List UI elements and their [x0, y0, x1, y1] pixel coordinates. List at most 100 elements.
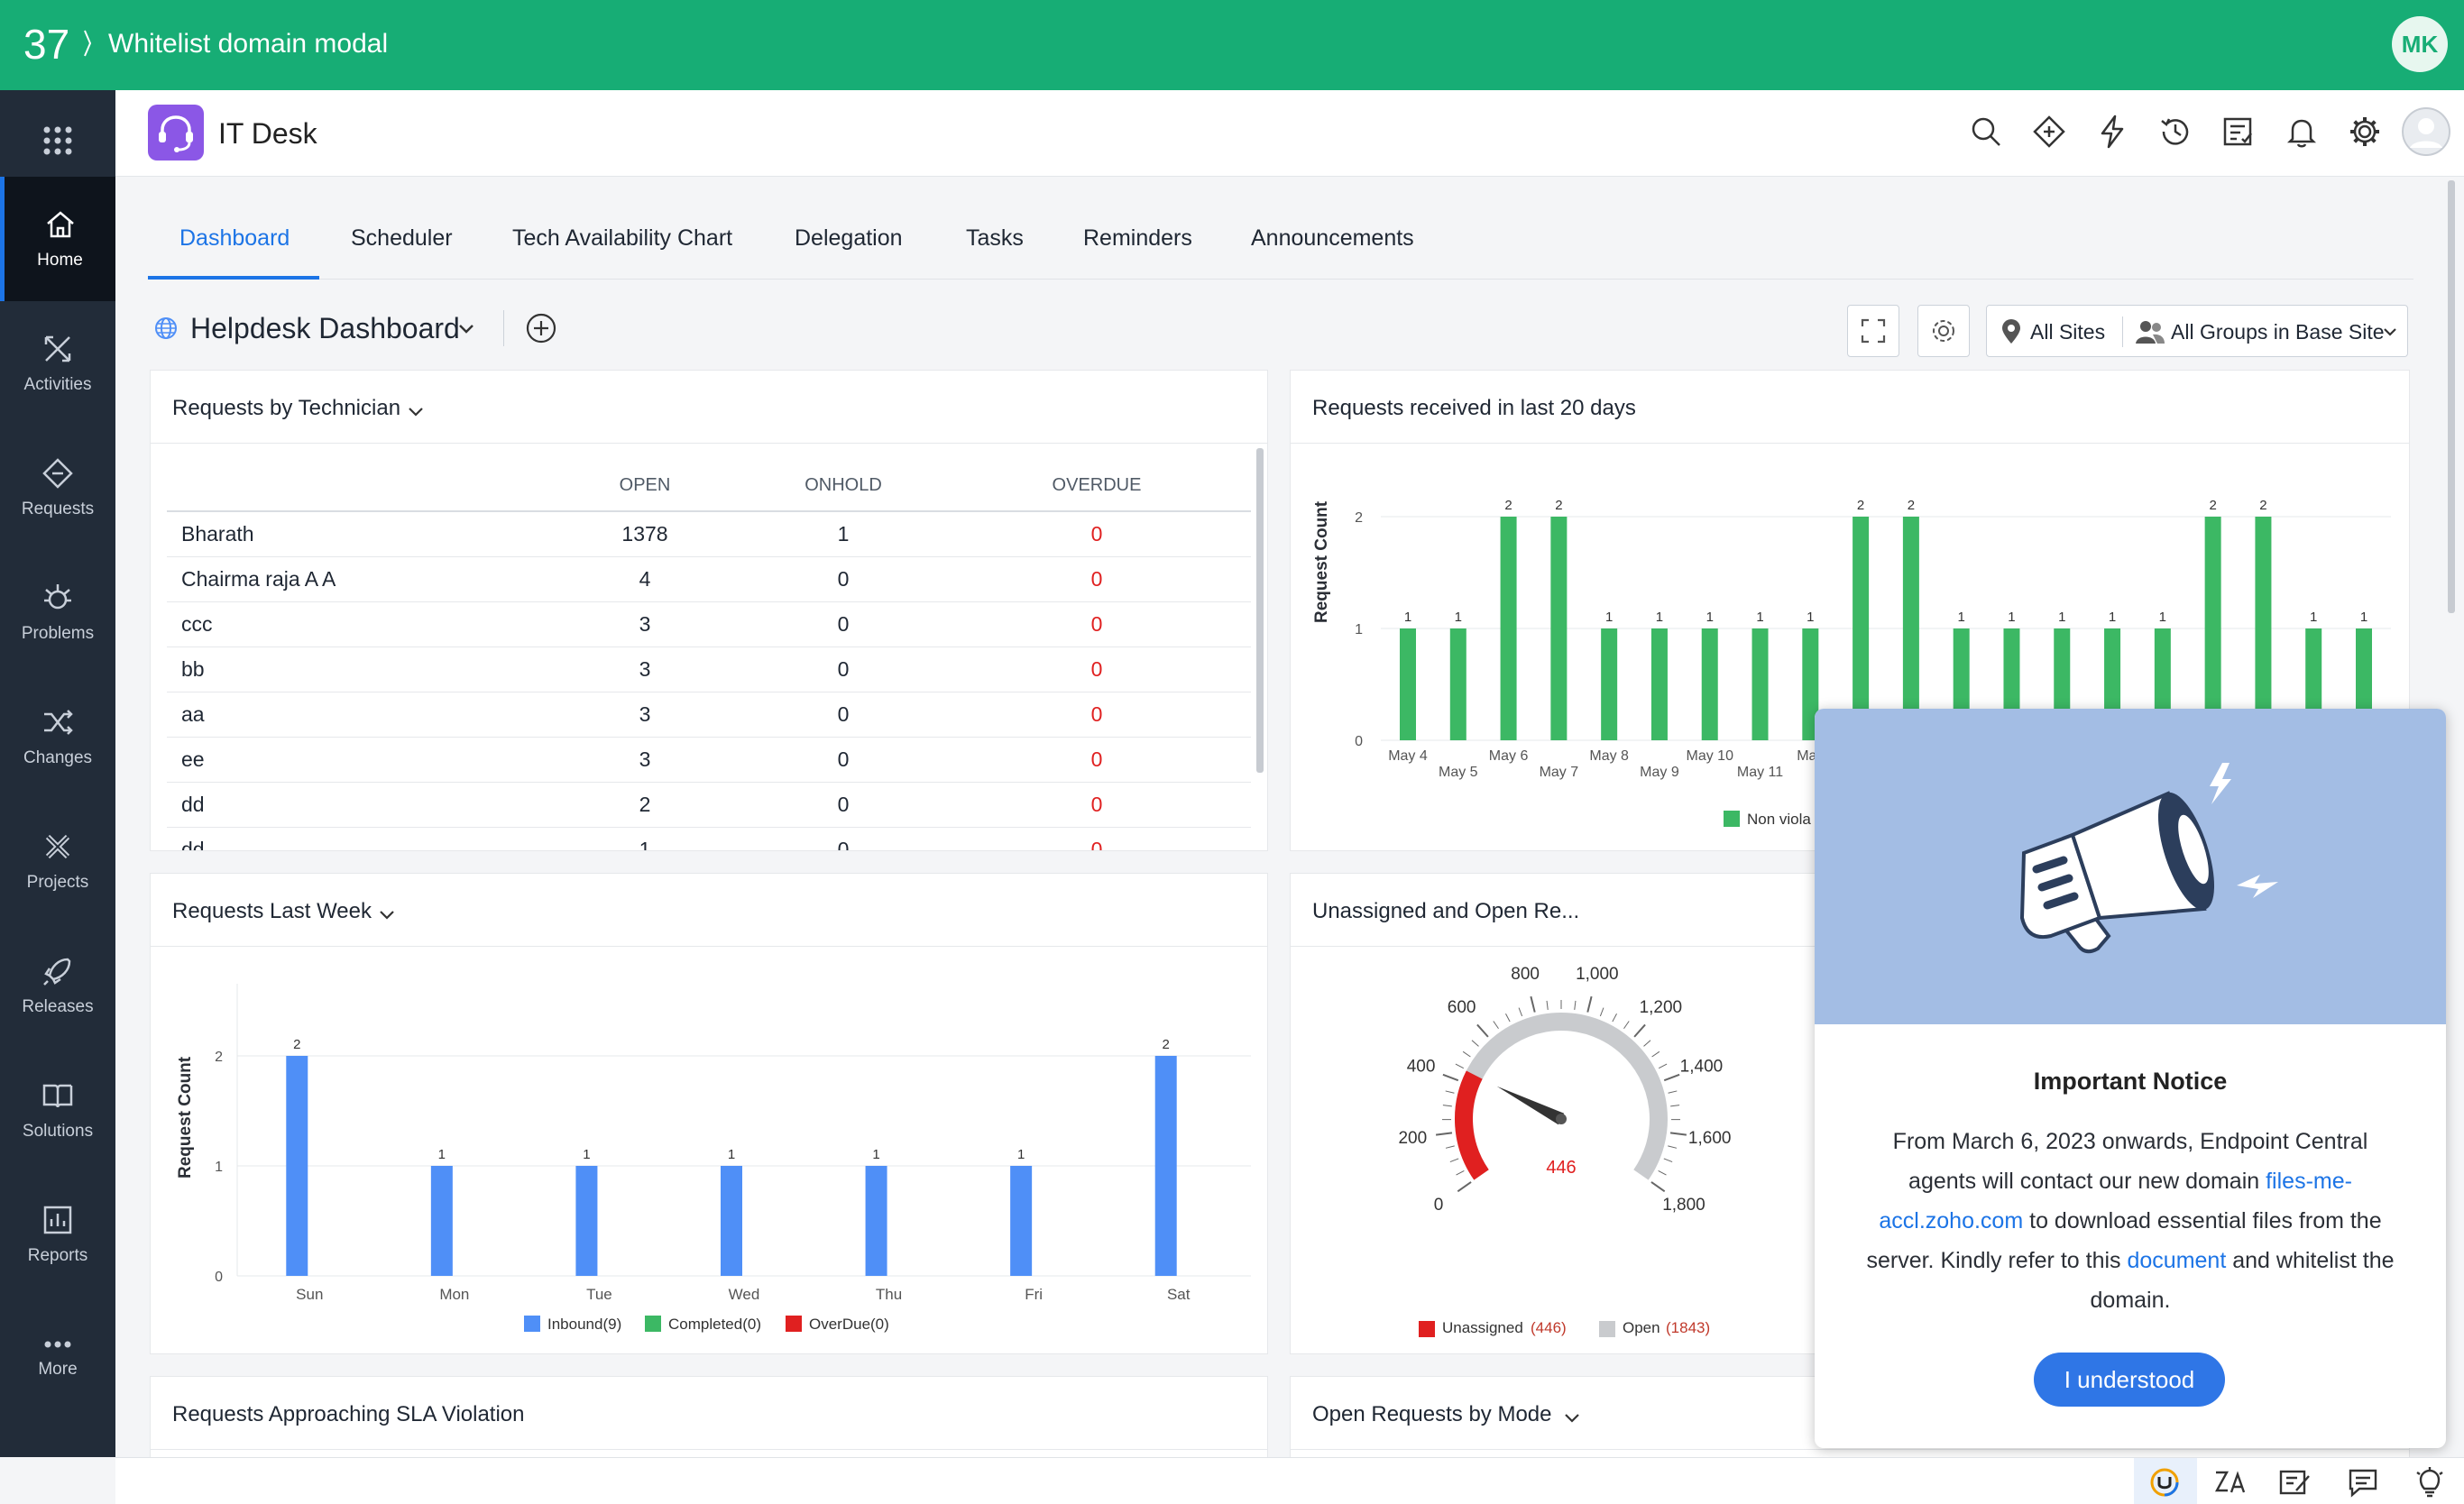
- app-grid-icon[interactable]: [40, 123, 76, 159]
- onhold-count[interactable]: 0: [744, 827, 942, 850]
- profile-avatar-icon[interactable]: [2401, 106, 2451, 157]
- legend-label[interactable]: Non viola: [1747, 811, 1811, 829]
- gauge-tick: [1669, 1132, 1687, 1136]
- widget-title[interactable]: Open Requests by Mode: [1312, 1402, 1552, 1427]
- overdue-count[interactable]: 0: [942, 556, 1251, 602]
- overdue-count[interactable]: 0: [942, 601, 1251, 647]
- x-tick-label: May 11: [1737, 765, 1783, 780]
- onhold-count[interactable]: 0: [744, 737, 942, 783]
- legend-label-overdue[interactable]: OverDue(0): [809, 1316, 889, 1334]
- site-filter-value[interactable]: All Sites: [2030, 320, 2105, 344]
- open-count[interactable]: 4: [546, 556, 744, 602]
- chevron-down-icon[interactable]: [407, 403, 425, 421]
- page-scrollbar[interactable]: [2448, 180, 2455, 613]
- sidebar-item-activities[interactable]: Activities: [0, 301, 115, 426]
- column-header-open[interactable]: OPEN: [546, 461, 744, 512]
- zia-assistant-icon[interactable]: [2148, 1467, 2181, 1498]
- onhold-count[interactable]: 0: [744, 782, 942, 828]
- sidebar-item-problems[interactable]: Problems: [0, 550, 115, 674]
- chat-icon[interactable]: [2347, 1467, 2379, 1498]
- user-avatar[interactable]: MK: [2392, 16, 2448, 72]
- table-row[interactable]: dd 1 0 0: [167, 827, 1251, 850]
- legend-label-unassigned[interactable]: Unassigned: [1442, 1319, 1523, 1337]
- group-filter-value[interactable]: All Groups in Base Site: [2171, 320, 2385, 344]
- open-count[interactable]: 3: [546, 601, 744, 647]
- overdue-count[interactable]: 0: [942, 647, 1251, 692]
- onhold-count[interactable]: 0: [744, 647, 942, 692]
- chevron-down-icon[interactable]: [456, 319, 476, 339]
- sidebar-item-more[interactable]: More: [0, 1297, 115, 1421]
- widget-title[interactable]: Requests by Technician: [172, 396, 400, 421]
- legend-label-open[interactable]: Open: [1623, 1319, 1660, 1337]
- chevron-down-icon[interactable]: [2382, 324, 2398, 340]
- settings-gear-icon[interactable]: [2347, 114, 2383, 150]
- new-request-icon[interactable]: [2031, 114, 2067, 150]
- sidebar-item-solutions[interactable]: Solutions: [0, 1048, 115, 1172]
- i-understood-button[interactable]: I understood: [2034, 1353, 2225, 1407]
- sidebar-item-projects[interactable]: Projects: [0, 799, 115, 923]
- dashboard-settings-button[interactable]: [1917, 305, 1970, 357]
- add-widget-icon[interactable]: [525, 312, 557, 344]
- open-count[interactable]: 3: [546, 647, 744, 692]
- tab-tasks[interactable]: Tasks: [966, 225, 1024, 252]
- overdue-count[interactable]: 0: [942, 737, 1251, 783]
- overdue-count[interactable]: 0: [942, 692, 1251, 738]
- site-group-filter[interactable]: All Sites All Groups in Base Site: [1986, 305, 2408, 357]
- widget-title[interactable]: Requests Approaching SLA Violation: [172, 1402, 525, 1427]
- legend-swatch-overdue: [786, 1316, 802, 1332]
- sidebar-item-home[interactable]: Home: [0, 177, 115, 301]
- notes-edit-icon[interactable]: [2278, 1467, 2312, 1498]
- activities-icon: [44, 335, 71, 362]
- table-scrollbar[interactable]: [1256, 448, 1264, 773]
- table-row[interactable]: ee 3 0 0: [167, 737, 1251, 783]
- translate-icon[interactable]: [2213, 1467, 2248, 1498]
- onhold-count[interactable]: 1: [744, 511, 942, 557]
- tab-dashboard[interactable]: Dashboard: [179, 225, 290, 252]
- open-count[interactable]: 3: [546, 737, 744, 783]
- notification-bell-icon[interactable]: [2284, 114, 2320, 150]
- checklist-icon[interactable]: [2220, 114, 2257, 150]
- widget-title[interactable]: Unassigned and Open Re...: [1312, 899, 1579, 924]
- search-icon[interactable]: [1968, 114, 2004, 150]
- table-row[interactable]: ccc 3 0 0: [167, 601, 1251, 647]
- column-header-overdue[interactable]: OVERDUE: [942, 461, 1251, 512]
- table-row[interactable]: Bharath 1378 1 0: [167, 511, 1251, 557]
- tab-reminders[interactable]: Reminders: [1083, 225, 1192, 252]
- table-row[interactable]: aa 3 0 0: [167, 692, 1251, 738]
- legend-label-inbound[interactable]: Inbound(9): [547, 1316, 621, 1334]
- onhold-count[interactable]: 0: [744, 556, 942, 602]
- column-header-onhold[interactable]: ONHOLD: [744, 461, 942, 512]
- onhold-count[interactable]: 0: [744, 692, 942, 738]
- table-row[interactable]: Chairma raja A A400: [167, 556, 1251, 602]
- overdue-count[interactable]: 0: [942, 511, 1251, 557]
- chevron-down-icon[interactable]: [1563, 1409, 1581, 1427]
- table-row[interactable]: bb 3 0 0: [167, 647, 1251, 692]
- sidebar-item-releases[interactable]: Releases: [0, 923, 115, 1048]
- sidebar-item-reports[interactable]: Reports: [0, 1172, 115, 1297]
- dashboard-title[interactable]: Helpdesk Dashboard: [190, 312, 460, 345]
- legend-label-completed[interactable]: Completed(0): [668, 1316, 761, 1334]
- tab-announcements[interactable]: Announcements: [1251, 225, 1414, 252]
- widget-title[interactable]: Requests received in last 20 days: [1312, 396, 1636, 421]
- data-label: 1: [1706, 610, 1714, 625]
- document-link[interactable]: document: [2127, 1248, 2226, 1273]
- tab-scheduler[interactable]: Scheduler: [351, 225, 453, 252]
- lightbulb-icon[interactable]: [2413, 1467, 2446, 1498]
- history-icon[interactable]: [2157, 114, 2193, 150]
- overdue-count[interactable]: 0: [942, 782, 1251, 828]
- tab-tech-availability-chart[interactable]: Tech Availability Chart: [512, 225, 732, 252]
- sidebar-item-changes[interactable]: Changes: [0, 674, 115, 799]
- overdue-count[interactable]: 0: [942, 827, 1251, 850]
- open-count[interactable]: 1: [546, 827, 744, 850]
- onhold-count[interactable]: 0: [744, 601, 942, 647]
- lightning-icon[interactable]: [2094, 114, 2130, 150]
- tab-delegation[interactable]: Delegation: [795, 225, 903, 252]
- open-count[interactable]: 3: [546, 692, 744, 738]
- widget-title[interactable]: Requests Last Week: [172, 899, 372, 924]
- chevron-down-icon[interactable]: [378, 906, 396, 924]
- table-row[interactable]: dd 2 0 0: [167, 782, 1251, 828]
- open-count[interactable]: 2: [546, 782, 744, 828]
- fullscreen-button[interactable]: [1847, 305, 1899, 357]
- open-count[interactable]: 1378: [546, 511, 744, 557]
- sidebar-item-requests[interactable]: Requests: [0, 426, 115, 550]
